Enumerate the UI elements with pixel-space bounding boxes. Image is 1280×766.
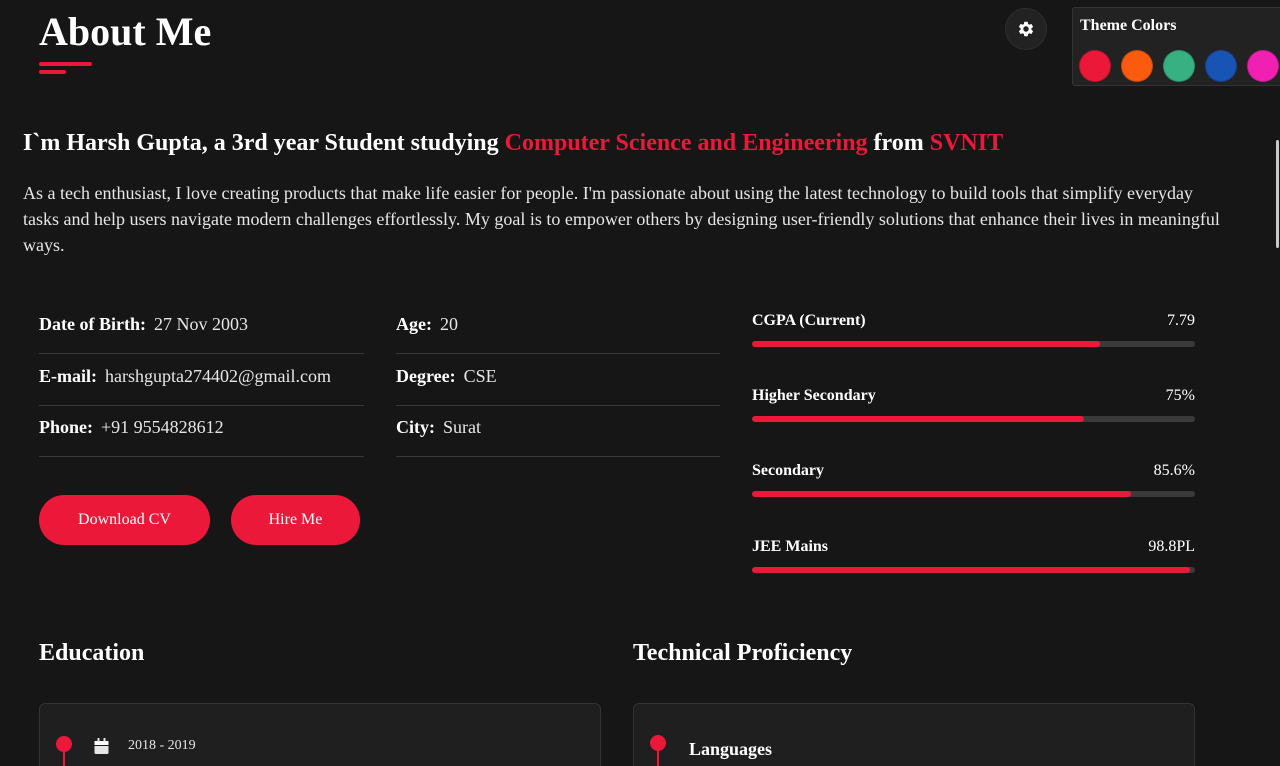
- title-underline: [39, 62, 92, 74]
- education-title: Education: [39, 640, 145, 666]
- page-title: About Me: [39, 9, 212, 54]
- info-age-label: Age:: [396, 314, 432, 334]
- gear-icon: [1018, 21, 1034, 37]
- timeline-dot: [650, 735, 666, 751]
- info-degree-value: CSE: [463, 366, 497, 386]
- theme-swatch-green[interactable]: [1163, 50, 1195, 82]
- hire-me-button[interactable]: Hire Me: [231, 495, 360, 545]
- skill-progress-track: [752, 341, 1195, 347]
- theme-colors-panel: Theme Colors: [1072, 7, 1280, 86]
- skill-label: JEE Mains: [752, 538, 829, 555]
- calendar-icon: [94, 738, 109, 754]
- settings-button[interactable]: [1005, 8, 1047, 50]
- theme-colors-title: Theme Colors: [1080, 17, 1177, 34]
- skill-cgpa: CGPA (Current) 7.79: [752, 312, 1195, 347]
- skill-jee-mains: JEE Mains 98.8PL: [752, 538, 1195, 573]
- technical-card: Languages: [633, 703, 1195, 766]
- technical-item-languages: Languages: [689, 739, 773, 759]
- intro-college: SVNIT: [929, 130, 1004, 156]
- download-cv-button[interactable]: Download CV: [39, 495, 210, 545]
- skill-progress-track: [752, 416, 1195, 422]
- info-email: E-mail: harshgupta274402@gmail.com: [39, 354, 364, 406]
- info-phone-value: +91 9554828612: [101, 417, 224, 437]
- info-degree-label: Degree:: [396, 366, 456, 386]
- intro-major: Computer Science and Engineering: [504, 130, 868, 156]
- intro-from: from: [867, 130, 930, 156]
- info-city-label: City:: [396, 417, 435, 437]
- skill-progress-track: [752, 567, 1195, 573]
- timeline-dot: [56, 736, 72, 752]
- theme-swatch-blue[interactable]: [1205, 50, 1237, 82]
- skill-higher-secondary: Higher Secondary 75%: [752, 387, 1195, 422]
- education-year: 2018 - 2019: [128, 738, 196, 753]
- skill-progress-track: [752, 491, 1195, 497]
- education-card: 2018 - 2019: [39, 703, 601, 766]
- skill-value: 98.8PL: [1148, 538, 1195, 555]
- info-dob-value: 27 Nov 2003: [153, 314, 248, 334]
- technical-proficiency-title: Technical Proficiency: [633, 640, 853, 666]
- skill-label: Higher Secondary: [752, 387, 876, 404]
- intro-heading: I`m Harsh Gupta, a 3rd year Student stud…: [23, 130, 1003, 157]
- info-age-value: 20: [439, 314, 458, 334]
- info-email-label: E-mail:: [39, 366, 97, 386]
- intro-heading-prefix: I`m Harsh Gupta, a 3rd year Student stud…: [23, 130, 505, 156]
- theme-swatch-pink[interactable]: [1247, 50, 1279, 82]
- skill-secondary: Secondary 85.6%: [752, 462, 1195, 497]
- info-age: Age: 20: [396, 302, 720, 354]
- info-degree: Degree: CSE: [396, 354, 720, 406]
- skill-progress-fill: [752, 491, 1132, 497]
- info-city-value: Surat: [443, 417, 481, 437]
- skill-progress-fill: [752, 567, 1190, 573]
- skill-value: 85.6%: [1153, 462, 1195, 479]
- skill-label: CGPA (Current): [752, 312, 866, 329]
- theme-swatch-orange[interactable]: [1121, 50, 1153, 82]
- scrollbar-thumb[interactable]: [1276, 140, 1279, 248]
- info-city: City: Surat: [396, 405, 720, 457]
- skill-value: 7.79: [1167, 312, 1195, 329]
- skill-label: Secondary: [752, 462, 824, 479]
- intro-paragraph: As a tech enthusiast, I love creating pr…: [23, 183, 1220, 255]
- info-phone: Phone: +91 9554828612: [39, 405, 364, 457]
- info-email-value: harshgupta274402@gmail.com: [105, 366, 332, 386]
- info-phone-label: Phone:: [39, 417, 93, 437]
- info-dob: Date of Birth: 27 Nov 2003: [39, 302, 364, 354]
- skill-value: 75%: [1165, 387, 1195, 404]
- info-dob-label: Date of Birth:: [39, 314, 146, 334]
- skill-progress-fill: [752, 416, 1085, 422]
- skill-progress-fill: [752, 341, 1100, 347]
- theme-swatch-red[interactable]: [1079, 50, 1111, 82]
- about-page: About Me Theme Colors I`m Harsh Gupta, a…: [0, 0, 1280, 766]
